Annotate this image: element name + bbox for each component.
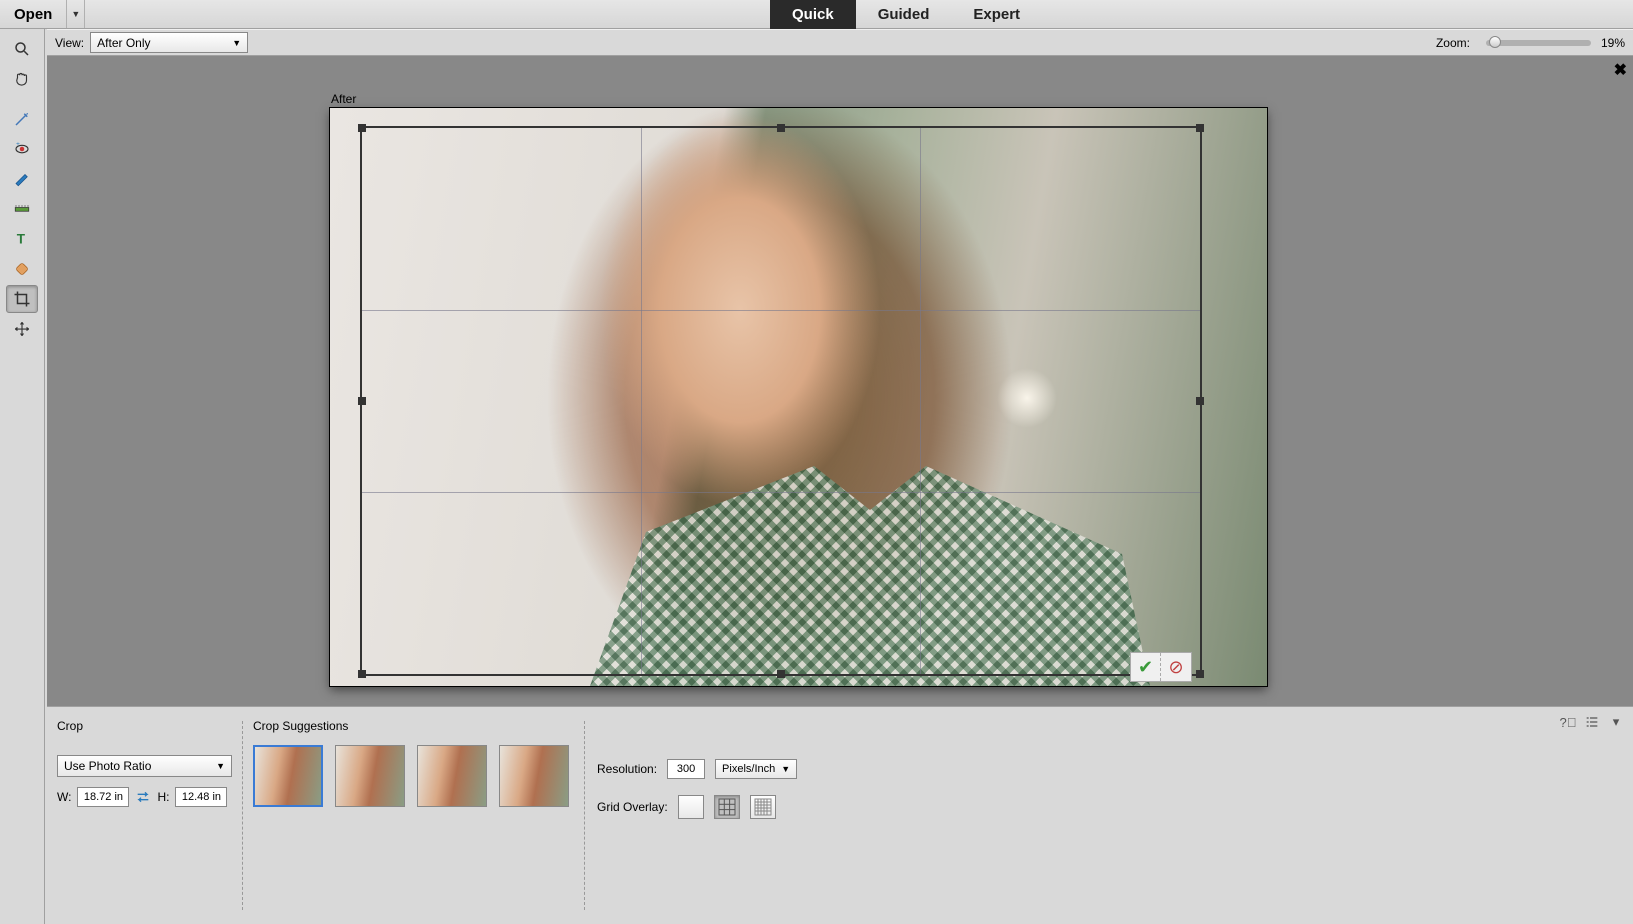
- tool-options-panel: Crop Use Photo Ratio ▼ W: H: Crop Sugges…: [47, 706, 1633, 924]
- resolution-unit-value: Pixels/Inch: [722, 763, 775, 775]
- crop-grid-line: [362, 492, 1200, 493]
- crop-grid-line: [641, 128, 642, 674]
- whiten-tool[interactable]: [6, 165, 38, 193]
- resolution-label: Resolution:: [597, 762, 657, 776]
- crop-suggestions: [253, 745, 569, 807]
- chevron-down-icon: ▼: [232, 38, 241, 48]
- crop-handle-n[interactable]: [777, 124, 785, 132]
- tool-strip: + T: [0, 29, 45, 924]
- crop-handle-ne[interactable]: [1196, 124, 1204, 132]
- panel-collapse-icon[interactable]: ▾: [1607, 713, 1625, 731]
- mode-tab-guided[interactable]: Guided: [856, 0, 952, 29]
- grid-none-button[interactable]: [678, 795, 704, 819]
- commit-crop-button[interactable]: ✔: [1131, 653, 1161, 681]
- resolution-input[interactable]: [667, 759, 705, 779]
- panel-menu-icons: ?⃝ ▾: [1559, 713, 1625, 731]
- chevron-down-icon: ▼: [216, 761, 225, 771]
- grid-overlay-label: Grid Overlay:: [597, 800, 668, 814]
- reset-icon[interactable]: [1583, 713, 1601, 731]
- zoom-value: 19%: [1601, 36, 1625, 50]
- svg-text:+: +: [16, 141, 20, 148]
- dimensions-row: W: H:: [57, 787, 227, 807]
- resolution-unit-select[interactable]: Pixels/Inch ▼: [715, 759, 797, 779]
- text-tool[interactable]: T: [6, 225, 38, 253]
- view-select-value: After Only: [97, 36, 150, 50]
- panel-divider: [584, 721, 585, 910]
- crop-handle-w[interactable]: [358, 397, 366, 405]
- zoom-slider[interactable]: [1486, 40, 1591, 46]
- zoom-group: Zoom: 19%: [1436, 36, 1625, 50]
- width-input[interactable]: [77, 787, 129, 807]
- crop-handle-se[interactable]: [1196, 670, 1204, 678]
- suggestions-title: Crop Suggestions: [253, 719, 348, 733]
- svg-text:T: T: [17, 232, 26, 247]
- crop-section-title: Crop: [57, 719, 83, 733]
- crop-suggestion-4[interactable]: [499, 745, 569, 807]
- height-label: H:: [157, 790, 169, 804]
- width-label: W:: [57, 790, 71, 804]
- redeye-tool[interactable]: +: [6, 135, 38, 163]
- wand-tool[interactable]: [6, 105, 38, 133]
- open-dropdown[interactable]: ▼: [67, 0, 85, 28]
- close-icon[interactable]: ✖: [1614, 60, 1627, 80]
- move-tool[interactable]: [6, 315, 38, 343]
- crop-confirm-bar: ✔ ⊘: [1130, 652, 1192, 682]
- crop-suggestion-3[interactable]: [417, 745, 487, 807]
- hand-tool[interactable]: [6, 65, 38, 93]
- options-bar: View: After Only ▼ Zoom: 19%: [47, 29, 1633, 56]
- crop-handle-s[interactable]: [777, 670, 785, 678]
- crop-handle-nw[interactable]: [358, 124, 366, 132]
- grid-dense-button[interactable]: [750, 795, 776, 819]
- crop-handle-sw[interactable]: [358, 670, 366, 678]
- resolution-row: Resolution: Pixels/Inch ▼: [597, 759, 797, 779]
- straighten-tool[interactable]: [6, 195, 38, 223]
- cancel-crop-button[interactable]: ⊘: [1161, 653, 1191, 681]
- crop-suggestion-1[interactable]: [253, 745, 323, 807]
- view-label: View:: [55, 36, 84, 50]
- grid-overlay-row: Grid Overlay:: [597, 795, 776, 819]
- menu-bar: Open ▼ Quick Guided Expert: [0, 0, 1633, 29]
- mode-tab-quick[interactable]: Quick: [770, 0, 856, 29]
- crop-grid-line: [920, 128, 921, 674]
- open-button[interactable]: Open: [0, 0, 67, 28]
- heal-tool[interactable]: [6, 255, 38, 283]
- zoom-slider-thumb[interactable]: [1489, 36, 1501, 48]
- crop-bounding-box[interactable]: [360, 126, 1202, 676]
- crop-suggestion-2[interactable]: [335, 745, 405, 807]
- help-icon[interactable]: ?⃝: [1559, 713, 1577, 731]
- crop-handle-e[interactable]: [1196, 397, 1204, 405]
- workspace: ✖ After ✔ ⊘: [47, 56, 1633, 706]
- zoom-tool[interactable]: [6, 35, 38, 63]
- canvas[interactable]: ✔ ⊘: [330, 108, 1267, 686]
- after-label: After: [331, 92, 356, 106]
- mode-tab-expert[interactable]: Expert: [951, 0, 1042, 29]
- swap-dimensions-icon[interactable]: [135, 789, 151, 805]
- height-input[interactable]: [175, 787, 227, 807]
- crop-tool[interactable]: [6, 285, 38, 313]
- grid-thirds-button[interactable]: [714, 795, 740, 819]
- view-select[interactable]: After Only ▼: [90, 32, 248, 53]
- panel-divider: [242, 721, 243, 910]
- aspect-ratio-value: Use Photo Ratio: [64, 759, 151, 773]
- chevron-down-icon: ▼: [781, 764, 790, 774]
- aspect-ratio-select[interactable]: Use Photo Ratio ▼: [57, 755, 232, 777]
- crop-grid-line: [362, 310, 1200, 311]
- zoom-label: Zoom:: [1436, 36, 1470, 50]
- mode-tabs: Quick Guided Expert: [770, 0, 1042, 29]
